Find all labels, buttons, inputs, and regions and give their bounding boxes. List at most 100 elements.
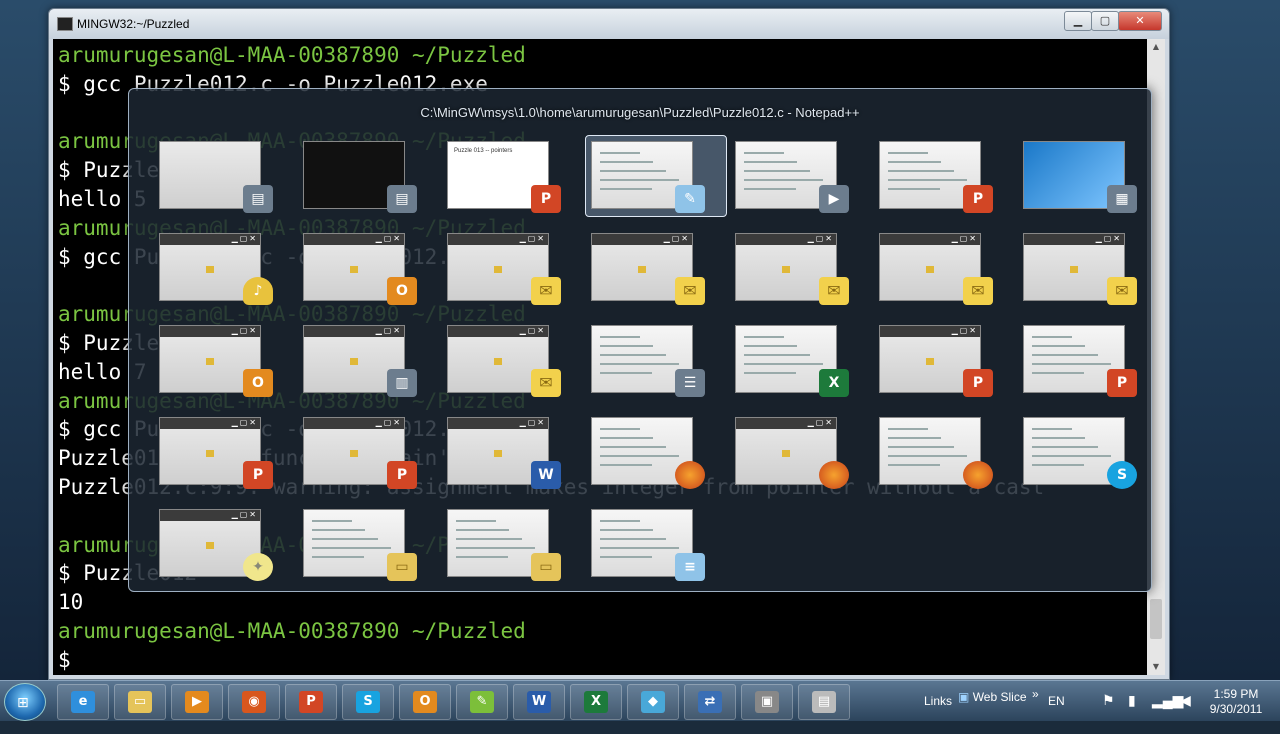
mail-icon: ✉	[531, 369, 561, 397]
terminal-titlebar[interactable]: MINGW32:~/Puzzled ▁ ▢ ✕	[49, 9, 1169, 39]
app-small-icon	[350, 266, 358, 273]
preview-text-line	[600, 354, 666, 356]
skype-icon: S	[356, 691, 380, 713]
taskbar-button-remote[interactable]: ⇄	[684, 684, 736, 720]
preview-text-line	[888, 152, 928, 154]
switcher-selected-title: C:\MinGW\msys\1.0\home\arumurugesan\Puzz…	[420, 105, 860, 120]
toolbar-expand-icon[interactable]: »	[1032, 687, 1039, 727]
thumb-message-2[interactable]: ▁▢✕ ✉	[591, 233, 705, 305]
preview-text-line	[600, 336, 640, 338]
taskbar-button-skype[interactable]: S	[342, 684, 394, 720]
thumb-message-5[interactable]: ▁▢✕ ✉	[1023, 233, 1137, 305]
links-toolbar[interactable]: Links	[924, 694, 952, 734]
taskbar-button-app[interactable]: ◆	[627, 684, 679, 720]
scrollbar-thumb[interactable]	[1150, 599, 1162, 639]
thumb-message-1[interactable]: ▁▢✕ ✉	[447, 233, 561, 305]
firefox-icon	[963, 461, 993, 489]
thumb-powerpoint-3[interactable]: ▁▢✕ P	[879, 325, 993, 397]
thumb-recorder[interactable]: ▶	[735, 141, 849, 213]
taskbar-button-explorer[interactable]: ▭	[114, 684, 166, 720]
thumb-powerpoint-4[interactable]: P	[1023, 325, 1137, 397]
notepadpp-icon: ✎	[675, 185, 705, 213]
flag-notification-icon[interactable]: ⚑	[1102, 692, 1115, 732]
taskbar-button-outlook[interactable]: O	[399, 684, 451, 720]
preview-text-line	[600, 345, 653, 347]
taskbar-button-notepadpp[interactable]: ✎	[456, 684, 508, 720]
taskbar-button-excel[interactable]: X	[570, 684, 622, 720]
window-caption: ▁▢✕	[448, 234, 548, 245]
preview-text-line	[1032, 354, 1098, 356]
clock-date: 9/30/2011	[1209, 702, 1263, 716]
preview-text-line	[1032, 372, 1084, 374]
taskbar-button-media[interactable]: ▶	[171, 684, 223, 720]
thumb-excel[interactable]: X	[735, 325, 849, 397]
preview-text-line	[600, 556, 652, 558]
outlook-icon: O	[243, 369, 273, 397]
taskbar-button-recorder[interactable]: ▣	[741, 684, 793, 720]
thumb-message-3[interactable]: ▁▢✕ ✉	[735, 233, 849, 305]
thumb-notepadpp-selected[interactable]: ✎	[585, 135, 727, 217]
web-slice-toolbar[interactable]: ▣ Web Slice	[958, 690, 1028, 710]
app-small-icon	[350, 358, 358, 365]
battery-icon[interactable]: ▮	[1128, 692, 1136, 732]
scroll-down-arrow-icon[interactable]: ▼	[1147, 659, 1165, 675]
scroll-up-arrow-icon[interactable]: ▲	[1147, 39, 1165, 55]
thumb-firefox-2[interactable]: ▁▢✕	[735, 417, 849, 489]
start-button[interactable]: ⊞	[4, 683, 46, 721]
volume-icon[interactable]: ◀	[1180, 692, 1191, 732]
taskbar-button-firefox[interactable]: ◉	[228, 684, 280, 720]
system-clock[interactable]: 1:59 PM 9/30/2011	[1200, 687, 1272, 717]
minimize-button[interactable]: ▁	[1064, 11, 1092, 31]
taskbar-button-ie[interactable]: e	[57, 684, 109, 720]
thumb-word[interactable]: ▁▢✕ W	[447, 417, 561, 489]
powerpoint-icon: P	[299, 691, 323, 713]
thumb-firefox-1[interactable]	[591, 417, 705, 489]
thumb-notepad[interactable]: ≡	[591, 509, 705, 581]
window-controls-icon: ▁▢✕	[1095, 234, 1122, 243]
powerpoint-icon: P	[243, 461, 273, 489]
thumb-desktop[interactable]: ▦	[1023, 141, 1137, 213]
thumb-message-6[interactable]: ▁▢✕ ✉	[447, 325, 561, 397]
clock-time: 1:59 PM	[1213, 687, 1259, 701]
outlook-icon: O	[387, 277, 417, 305]
media-icon: ▶	[185, 691, 209, 713]
language-indicator[interactable]: EN	[1048, 694, 1065, 734]
thumb-folder-1[interactable]: ▭	[303, 509, 417, 581]
taskbar-button-generic[interactable]: ▤	[798, 684, 850, 720]
close-button[interactable]: ✕	[1118, 11, 1162, 31]
thumb-mingw-terminal[interactable]: ▤	[303, 141, 417, 213]
thumb-message-4[interactable]: ▁▢✕ ✉	[879, 233, 993, 305]
preview-text-line	[456, 538, 522, 540]
maximize-button[interactable]: ▢	[1091, 11, 1119, 31]
preview-text-line	[744, 345, 797, 347]
outlook-icon: O	[413, 691, 437, 713]
thumb-folder-2[interactable]: ▭	[447, 509, 561, 581]
thumb-powerpoint-2[interactable]: P	[879, 141, 993, 213]
desktop-icon: ▦	[1107, 185, 1137, 213]
thumb-powerpoint-puzzle013[interactable]: Puzzle 013 -- pointers P	[447, 141, 561, 213]
thumb-outlook-calendar[interactable]: ▁▢✕ O	[303, 233, 417, 305]
thumb-communicator[interactable]: ☰	[591, 325, 705, 397]
thumb-reminder[interactable]: ▁▢✕ ♪	[159, 233, 273, 305]
window-caption: ▁▢✕	[736, 234, 836, 245]
thumb-firefox-3[interactable]	[879, 417, 993, 489]
thumb-outlook-inbox[interactable]: ▁▢✕ O	[159, 325, 273, 397]
thumb-tip-window[interactable]: ▁▢✕ ✦	[159, 509, 273, 581]
window-controls-icon: ▁▢✕	[231, 234, 258, 243]
window-caption: ▁▢✕	[304, 326, 404, 337]
thumb-generic-app[interactable]: ▤	[159, 141, 273, 213]
taskbar-button-word[interactable]: W	[513, 684, 565, 720]
network-signal-icon[interactable]: ▂▄▆	[1152, 692, 1183, 732]
app-small-icon	[1070, 266, 1078, 273]
window-caption: ▁▢✕	[448, 418, 548, 429]
preview-text-line	[600, 188, 652, 190]
taskbar-button-powerpoint[interactable]: P	[285, 684, 337, 720]
notepad-icon: ≡	[675, 553, 705, 581]
excel-icon: X	[584, 691, 608, 713]
thumb-skype[interactable]: S	[1023, 417, 1137, 489]
thumb-powerpoint-5[interactable]: ▁▢✕ P	[159, 417, 273, 489]
generic-icon: ▤	[812, 691, 836, 713]
thumb-powerpoint-6[interactable]: ▁▢✕ P	[303, 417, 417, 489]
preview-text-line	[1032, 437, 1085, 439]
thumb-explorer-untitled[interactable]: ▁▢✕ ▥	[303, 325, 417, 397]
